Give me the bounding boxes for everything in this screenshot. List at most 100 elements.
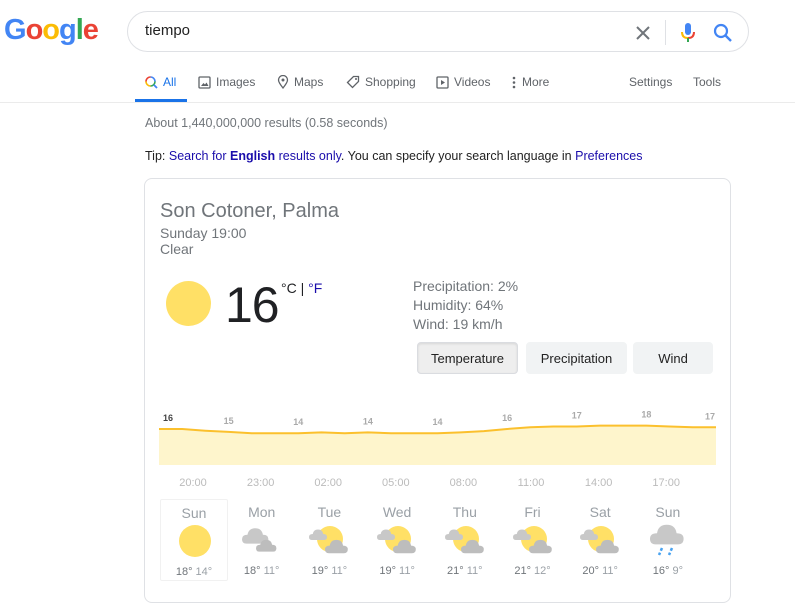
temperature-value-label: 15 <box>224 416 234 426</box>
partly-cloudy-icon <box>309 522 349 558</box>
tools-link[interactable]: Tools <box>693 75 721 89</box>
forecast-temps: 18° 14° <box>161 566 227 578</box>
preferences-link[interactable]: Preferences <box>575 149 642 163</box>
tab-label: Maps <box>294 75 324 89</box>
google-logo[interactable]: Google <box>4 14 99 47</box>
forecast-low: 11° <box>599 565 618 577</box>
search-icon <box>145 75 158 89</box>
temperature-value-label: 14 <box>363 416 373 426</box>
time-axis-label: 20:00 <box>179 477 207 489</box>
temperature-value-label: 17 <box>705 411 715 421</box>
forecast-day[interactable]: Mon 18° 11° <box>228 499 296 581</box>
forecast-day-name: Sat <box>589 504 611 520</box>
search-tabs: All Images Maps Shopping Videos More Set… <box>0 64 795 103</box>
forecast-day[interactable]: Sun 18° 14° <box>160 499 228 581</box>
clear-search-button[interactable] <box>632 22 654 44</box>
forecast-low: 11° <box>328 565 348 577</box>
english-results-link[interactable]: Search for English results only <box>169 149 341 163</box>
tab-label: More <box>522 75 550 89</box>
daily-forecast: Sun 18° 14° Mon 18° 11° Tue 19° 11° Wed 19° 11°… <box>160 499 720 581</box>
logo-letter: G <box>4 14 27 46</box>
precipitation-button[interactable]: Precipitation <box>526 342 627 374</box>
time-axis-label: 05:00 <box>382 477 410 489</box>
partly-cloudy-icon <box>512 522 553 558</box>
temperature-value-label: 16 <box>502 413 512 423</box>
unit-switch: °C | °F <box>281 280 322 296</box>
link-text-bold: English <box>230 149 276 163</box>
tab-all[interactable]: All <box>145 75 176 89</box>
play-icon <box>436 75 449 89</box>
weather-card: Son Cotoner, Palma Sunday 19:00 Clear 16… <box>144 178 731 603</box>
forecast-low: 11° <box>463 565 483 577</box>
weather-details: Precipitation: 2% Humidity: 64% Wind: 19… <box>413 277 518 334</box>
forecast-day[interactable]: Wed 19° 11° <box>363 499 431 581</box>
time-axis-label: 17:00 <box>652 477 680 489</box>
celsius-unit[interactable]: °C <box>281 280 297 296</box>
forecast-low: 11° <box>260 565 280 577</box>
forecast-temps: 21° 11° <box>431 565 499 577</box>
tab-images[interactable]: Images <box>198 75 255 89</box>
logo-letter: o <box>42 14 60 46</box>
humidity-value: Humidity: 64% <box>413 297 504 313</box>
logo-letter: e <box>82 14 99 46</box>
tab-label: All <box>163 75 177 89</box>
forecast-day[interactable]: Fri 21° 12° <box>499 499 567 581</box>
logo-letter: l <box>75 14 84 46</box>
wind-button[interactable]: Wind <box>633 342 713 374</box>
forecast-temps: 20° 11° <box>566 565 634 577</box>
unit-separator: | <box>296 280 309 296</box>
image-icon <box>198 75 211 89</box>
time-axis-label: 14:00 <box>585 477 613 489</box>
language-tip: Tip: Search for English results only. Yo… <box>145 149 643 163</box>
time-axis-label: 02:00 <box>314 477 342 489</box>
forecast-day-name: Wed <box>382 504 412 520</box>
forecast-high: 16° <box>652 565 670 577</box>
forecast-day-name: Mon <box>248 504 276 520</box>
forecast-day[interactable]: Thu 21° 11° <box>431 499 499 581</box>
tab-more[interactable]: More <box>511 75 549 89</box>
temperature-value-label: 14 <box>432 417 442 427</box>
map-pin-icon <box>277 75 289 89</box>
forecast-temps: 19° 11° <box>295 565 363 577</box>
precipitation-value: Precipitation: 2% <box>413 278 519 294</box>
logo-letter: o <box>25 14 44 46</box>
search-input[interactable] <box>145 22 605 39</box>
sun-icon <box>175 523 215 559</box>
weather-condition: Clear <box>160 241 194 257</box>
current-temperature: 16 <box>225 277 280 333</box>
forecast-day-name: Thu <box>452 504 477 520</box>
forecast-temps: 21° 12° <box>499 565 567 577</box>
tab-shopping[interactable]: Shopping <box>346 75 416 89</box>
logo-letter: g <box>59 14 77 46</box>
forecast-day-name: Tue <box>317 504 342 520</box>
partly-cloudy-icon <box>444 522 485 558</box>
fahrenheit-unit[interactable]: °F <box>308 280 322 296</box>
search-box <box>127 11 749 52</box>
tip-prefix: Tip: <box>145 149 169 163</box>
voice-search-button[interactable] <box>677 21 699 45</box>
tab-maps[interactable]: Maps <box>277 75 323 89</box>
link-text: Search for <box>168 149 230 163</box>
search-button[interactable] <box>711 21 735 45</box>
temperature-value-label: 14 <box>293 417 303 427</box>
forecast-day[interactable]: Sat 20° 11° <box>566 499 634 581</box>
temperature-value-label: 17 <box>572 410 582 420</box>
weather-datetime: Sunday 19:00 <box>160 225 247 241</box>
tab-label: Shopping <box>365 75 416 89</box>
forecast-high: 21° <box>514 565 531 577</box>
settings-link[interactable]: Settings <box>629 75 672 89</box>
settings-label: Settings <box>629 75 673 89</box>
forecast-day[interactable]: Sun 16° 9° <box>634 499 702 581</box>
temperature-value-label: 18 <box>641 410 651 420</box>
wind-value: Wind: 19 km/h <box>413 316 503 332</box>
weather-location[interactable]: Son Cotoner, Palma <box>160 200 339 223</box>
forecast-low: 9° <box>669 565 683 577</box>
tab-videos[interactable]: Videos <box>436 75 490 89</box>
partly-cloudy-icon <box>580 522 620 558</box>
tip-middle: . You can specify your search language i… <box>340 149 576 163</box>
temperature-button[interactable]: Temperature <box>417 342 518 374</box>
link-text: results only <box>275 149 341 163</box>
tab-label: Videos <box>454 75 491 89</box>
forecast-day[interactable]: Tue 19° 11° <box>295 499 363 581</box>
forecast-day-name: Fri <box>524 504 541 520</box>
